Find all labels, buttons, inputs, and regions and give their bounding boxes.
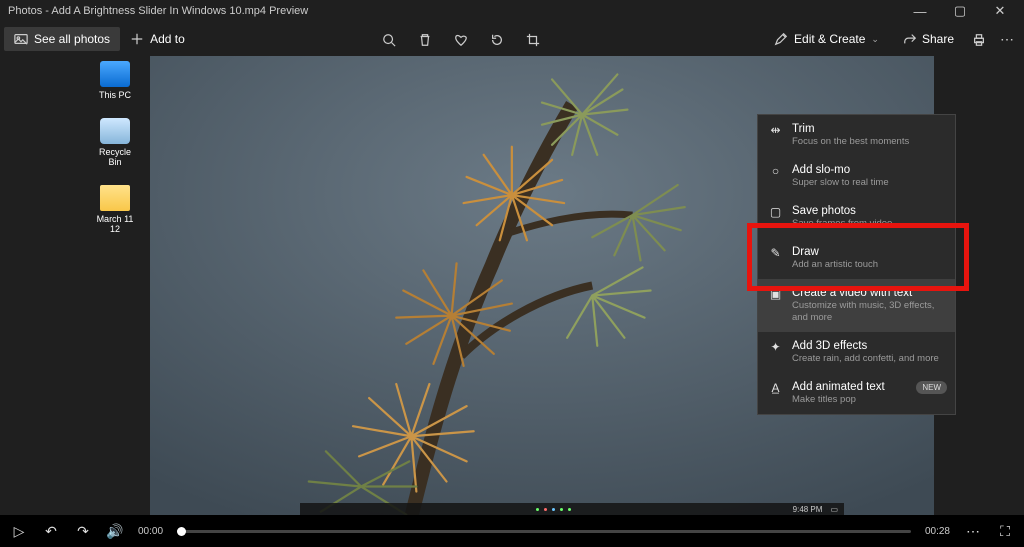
menu-item-save-photos[interactable]: ▢ Save photos Save frames from video — [758, 197, 955, 238]
menu-item-subtitle: Save frames from video — [792, 218, 892, 230]
see-all-photos-button[interactable]: See all photos — [4, 27, 120, 51]
menu-item-title: Trim — [792, 122, 909, 136]
menu-item-subtitle: Add an artistic touch — [792, 259, 878, 271]
add-to-button[interactable]: Add to — [120, 27, 195, 51]
menu-item-title: Add slo-mo — [792, 163, 889, 177]
window-titlebar: Photos - Add A Brightness Slider In Wind… — [0, 0, 1024, 22]
notification-icon[interactable]: ▭ — [830, 505, 838, 514]
play-button[interactable]: ▷ — [10, 523, 28, 540]
zoom-icon[interactable] — [382, 31, 396, 47]
menu-item-title: Draw — [792, 245, 878, 259]
add-to-label: Add to — [150, 32, 185, 46]
share-icon — [903, 32, 917, 46]
menu-item-draw[interactable]: ✎ Draw Add an artistic touch — [758, 238, 955, 279]
folder-icon — [100, 185, 130, 211]
monitor-icon — [100, 61, 130, 87]
print-icon[interactable] — [972, 31, 986, 47]
menu-item-title: Save photos — [792, 204, 892, 218]
menu-item-slomo[interactable]: ○ Add slo-mo Super slow to real time — [758, 156, 955, 197]
current-time: 00:00 — [138, 526, 163, 537]
animated-text-icon: A̲ — [768, 381, 783, 395]
edit-create-button[interactable]: Edit & Create ⌄ — [768, 28, 885, 50]
rotate-icon[interactable] — [490, 31, 504, 47]
menu-item-animated-text[interactable]: A̲ Add animated text Make titles pop NEW — [758, 373, 955, 414]
desktop-icon-label: Recycle Bin — [92, 147, 138, 167]
desktop-icon-label: This PC — [92, 90, 138, 100]
desktop-icon-recycle-bin[interactable]: Recycle Bin — [92, 118, 138, 167]
menu-item-subtitle: Create rain, add confetti, and more — [792, 353, 939, 365]
app-toolbar: See all photos Add to Edit & Create ⌄ Sh… — [0, 22, 1024, 56]
menu-item-subtitle: Focus on the best moments — [792, 136, 909, 148]
delete-icon[interactable] — [418, 31, 432, 47]
share-label: Share — [922, 32, 954, 46]
seek-bar[interactable] — [177, 530, 911, 533]
edit-create-label: Edit & Create — [794, 32, 865, 46]
save-photo-icon: ▢ — [768, 205, 783, 219]
maximize-button[interactable]: ▢ — [940, 3, 980, 19]
share-button[interactable]: Share — [899, 28, 958, 50]
slomo-icon: ○ — [768, 164, 783, 178]
inner-taskbar: 9:48 PM ▭ — [300, 503, 844, 515]
desktop-icon-folder[interactable]: March 11 12 — [92, 185, 138, 234]
plus-icon — [130, 32, 144, 46]
menu-item-subtitle: Customize with music, 3D effects, and mo… — [792, 300, 945, 324]
edit-icon — [774, 32, 788, 46]
volume-button[interactable]: 🔊 — [106, 523, 124, 540]
menu-item-trim[interactable]: ⇹ Trim Focus on the best moments — [758, 115, 955, 156]
desktop-icon-this-pc[interactable]: This PC — [92, 61, 138, 100]
trim-icon: ⇹ — [768, 123, 783, 137]
total-time: 00:28 — [925, 526, 950, 537]
media-viewer: This PC Recycle Bin March 11 12 — [0, 56, 1024, 515]
bin-icon — [100, 118, 130, 144]
taskbar-tray-icons — [306, 508, 785, 511]
menu-item-3d-effects[interactable]: ✦ Add 3D effects Create rain, add confet… — [758, 332, 955, 373]
menu-item-subtitle: Super slow to real time — [792, 177, 889, 189]
desktop-icon-label: March 11 12 — [92, 214, 138, 234]
more-icon[interactable]: ⋯ — [1000, 31, 1014, 48]
photo-icon — [14, 32, 28, 46]
menu-item-title: Add 3D effects — [792, 339, 939, 353]
draw-icon: ✎ — [768, 246, 783, 260]
chevron-down-icon: ⌄ — [871, 34, 879, 45]
taskbar-time: 9:48 PM — [793, 505, 823, 514]
new-badge: NEW — [916, 381, 947, 394]
minimize-button[interactable]: ― — [900, 4, 940, 19]
right-toolbar-group: Edit & Create ⌄ Share ⋯ — [768, 28, 1020, 50]
close-button[interactable]: ✕ — [980, 3, 1020, 19]
skip-back-button[interactable]: ↶ — [42, 523, 60, 540]
menu-item-title: Add animated text — [792, 380, 885, 394]
menu-item-subtitle: Make titles pop — [792, 394, 885, 406]
player-more-icon[interactable]: ⋯ — [964, 523, 982, 540]
skip-fwd-button[interactable]: ↷ — [74, 523, 92, 540]
menu-item-title: Create a video with text — [792, 286, 945, 300]
fullscreen-button[interactable]: ⛶ — [996, 523, 1014, 540]
video-text-icon: ▣ — [768, 287, 783, 301]
desktop-icons: This PC Recycle Bin March 11 12 — [92, 61, 138, 252]
heart-icon[interactable] — [454, 31, 468, 47]
effects-3d-icon: ✦ — [768, 340, 783, 354]
menu-item-create-video-text[interactable]: ▣ Create a video with text Customize wit… — [758, 279, 955, 332]
window-title: Photos - Add A Brightness Slider In Wind… — [4, 5, 900, 17]
see-all-label: See all photos — [34, 32, 110, 46]
center-toolbar-group — [195, 31, 768, 47]
crop-icon[interactable] — [526, 31, 540, 47]
video-player-bar: ▷ ↶ ↷ 🔊 00:00 00:28 ⋯ ⛶ — [0, 515, 1024, 547]
edit-create-dropdown: ⇹ Trim Focus on the best moments ○ Add s… — [757, 114, 956, 415]
